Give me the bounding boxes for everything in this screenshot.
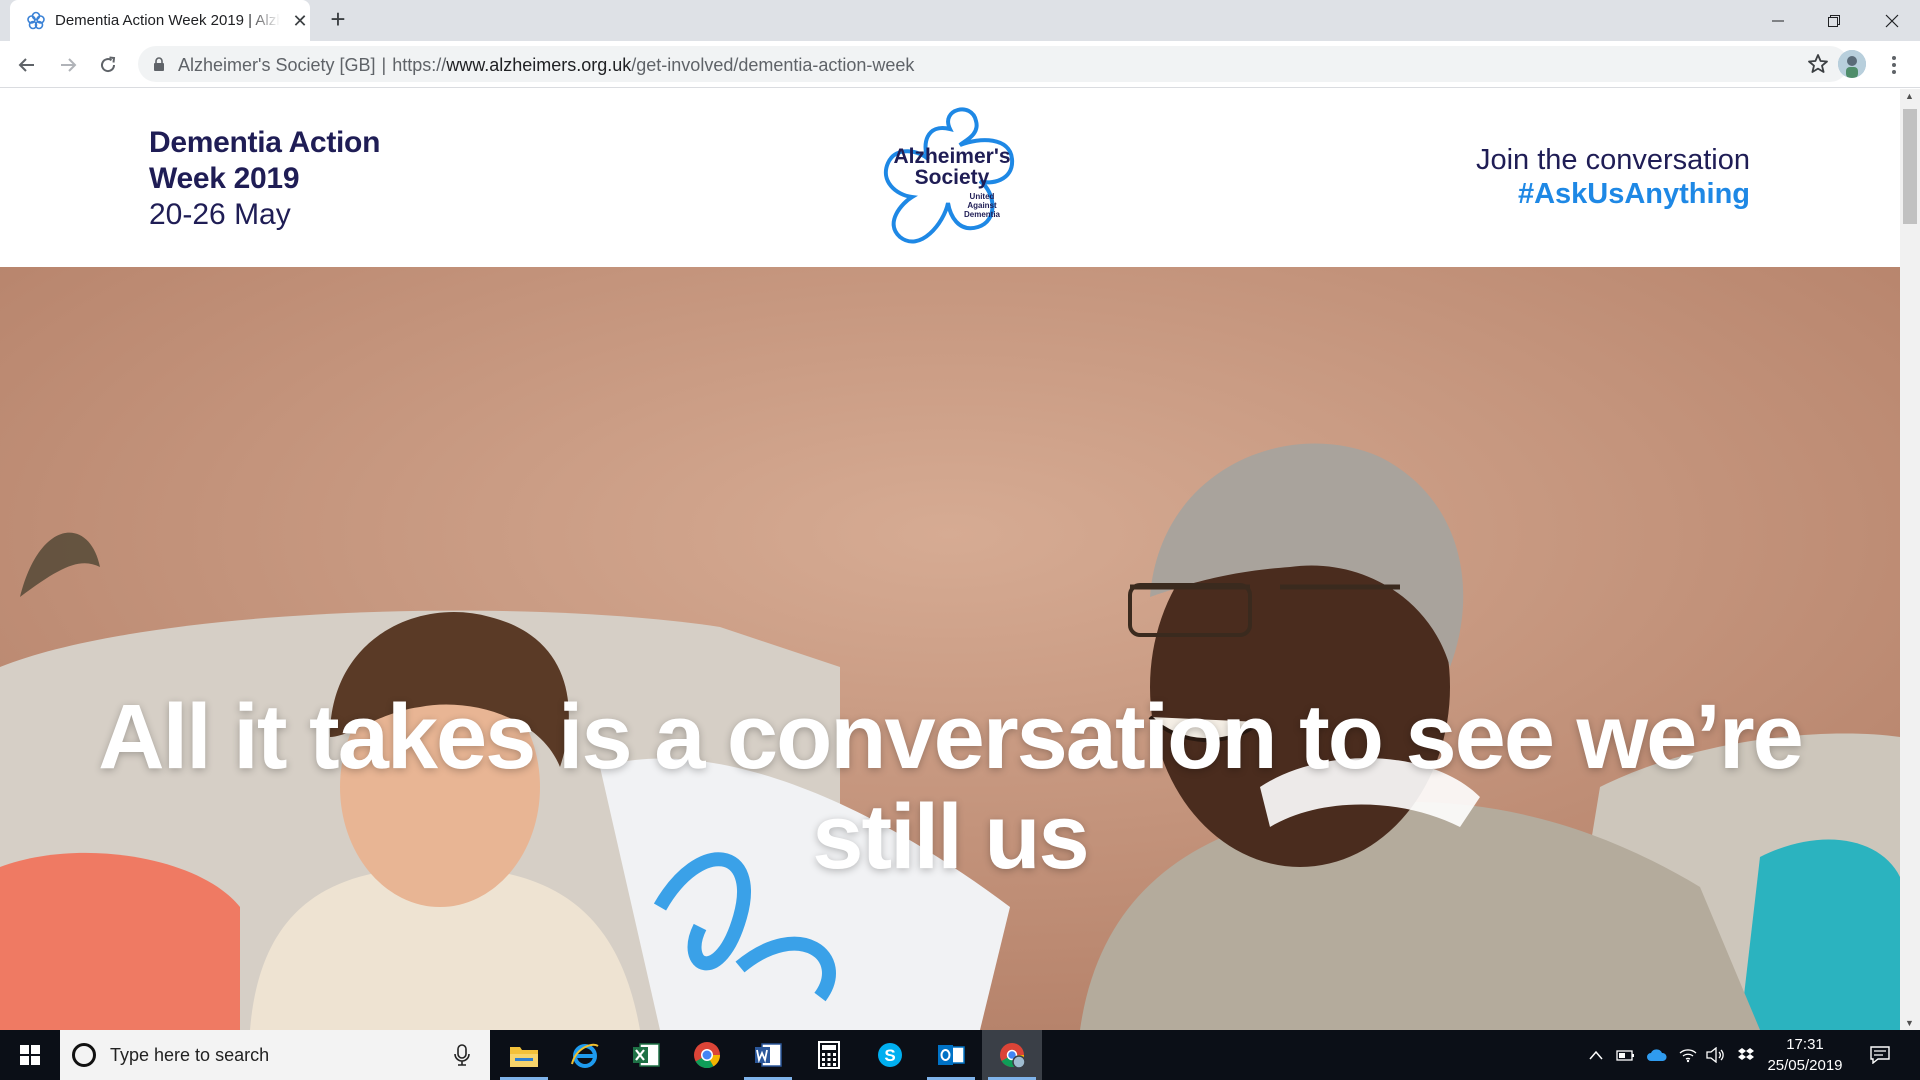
address-bar[interactable]: Alzheimer's Society [GB] | https://www.alz…: [138, 46, 1848, 82]
taskbar-search-box[interactable]: Type here to search: [60, 1030, 490, 1080]
tab-close-icon[interactable]: ✕: [290, 11, 310, 31]
url-separator: |: [381, 55, 387, 75]
reload-icon: [101, 56, 116, 73]
arrow-right-icon: [61, 58, 77, 72]
onedrive-icon[interactable]: [1642, 1030, 1672, 1080]
window-close-button[interactable]: [1864, 0, 1920, 41]
url-text[interactable]: Alzheimer's Society [GB] | https://www.alz…: [178, 55, 914, 76]
page-scrollbar[interactable]: ▲ ▼: [1900, 89, 1920, 1030]
url-host: www.alzheimers.org.uk: [446, 55, 632, 75]
battery-icon[interactable]: [1612, 1030, 1640, 1080]
chrome-icon[interactable]: [677, 1030, 737, 1080]
chevron-up-icon: [1589, 1050, 1603, 1060]
browser-toolbar: Alzheimer's Society [GB] | https://www.alz…: [0, 41, 1920, 88]
windows-taskbar: Type here to search S 17:31 25/05/2019: [0, 1030, 1920, 1080]
logo-tagline-2: Against: [967, 201, 997, 210]
outlook-icon[interactable]: [921, 1030, 981, 1080]
word-icon[interactable]: [738, 1030, 798, 1080]
logo-tagline-3: Dementia: [964, 210, 1001, 219]
arrow-left-icon: [18, 58, 34, 72]
tab-strip: Dementia Action Week 2019 | Alzheimer's …: [0, 0, 1920, 41]
campaign-name: Dementia Action Week 2019: [149, 126, 381, 195]
close-icon: [1885, 14, 1899, 27]
window-restore-button[interactable]: [1806, 0, 1862, 41]
forward-button[interactable]: [54, 51, 82, 79]
calculator-icon[interactable]: [799, 1030, 859, 1080]
url-path: /get-involved/dementia-action-week: [631, 55, 915, 75]
join-conversation-text: Join the conversation: [1475, 144, 1750, 176]
alzheimers-favicon-icon: [27, 11, 45, 30]
action-center-button[interactable]: [1860, 1030, 1900, 1080]
internet-explorer-icon[interactable]: [555, 1030, 615, 1080]
logo-name-line2: Society: [915, 166, 990, 189]
excel-icon[interactable]: [616, 1030, 676, 1080]
start-button[interactable]: [0, 1030, 60, 1080]
svg-text:S: S: [884, 1046, 895, 1065]
site-identity: Alzheimer's Society [GB]: [178, 55, 376, 75]
window-minimize-button[interactable]: [1750, 0, 1806, 41]
restore-icon: [1828, 14, 1840, 27]
wifi-icon[interactable]: [1674, 1030, 1702, 1080]
taskbar-search-placeholder: Type here to search: [110, 1045, 270, 1065]
site-header: Dementia Action Week 2019 20-26 May Alzh…: [0, 89, 1900, 267]
reload-button[interactable]: [94, 51, 122, 79]
scrollbar-thumb[interactable]: [1903, 109, 1917, 224]
browser-tab-active[interactable]: Dementia Action Week 2019 | Alzheimer's …: [10, 0, 310, 41]
minimize-icon: [1772, 20, 1784, 21]
dropbox-icon[interactable]: [1732, 1030, 1760, 1080]
windows-logo-icon: [20, 1045, 40, 1065]
hero-photo-illustration: [0, 267, 1900, 1030]
web-page: Dementia Action Week 2019 20-26 May Alzh…: [0, 89, 1900, 1030]
scroll-up-icon[interactable]: ▲: [1905, 91, 1914, 101]
avatar-icon: [1838, 50, 1866, 78]
hero-headline: All it takes is a conversation to see we…: [98, 686, 1804, 888]
browser-menu-button[interactable]: [1882, 53, 1906, 77]
volume-icon[interactable]: [1702, 1030, 1730, 1080]
hashtag-link[interactable]: #AskUsAnything: [1476, 177, 1750, 211]
lock-icon: [154, 57, 164, 71]
system-clock[interactable]: 17:31 25/05/2019: [1760, 1034, 1850, 1076]
notification-icon: [1870, 1046, 1890, 1064]
show-hidden-icons-button[interactable]: [1582, 1030, 1610, 1080]
alzheimers-society-logo[interactable]: Alzheimer's Society United Against Demen…: [880, 107, 1020, 249]
cortana-icon: [72, 1043, 96, 1067]
clock-date: 25/05/2019: [1767, 1057, 1843, 1074]
tab-title: Dementia Action Week 2019 | Alzheimer's …: [55, 12, 280, 29]
join-conversation-block: Join the conversation #AskUsAnything: [1476, 143, 1750, 211]
logo-tagline-1: United: [970, 192, 995, 201]
campaign-dates: 20-26 May: [149, 198, 291, 231]
logo-name-line1: Alzheimer's: [893, 145, 1010, 168]
microphone-icon[interactable]: [454, 1044, 470, 1066]
hero-banner: All it takes is a conversation to see we…: [0, 267, 1900, 1030]
campaign-block[interactable]: Dementia Action Week 2019 20-26 May: [149, 125, 389, 233]
scroll-down-icon[interactable]: ▼: [1905, 1018, 1914, 1028]
skype-icon[interactable]: S: [860, 1030, 920, 1080]
clock-time: 17:31: [1786, 1036, 1824, 1053]
bookmark-star-icon[interactable]: [1806, 52, 1830, 76]
back-button[interactable]: [13, 51, 41, 79]
profile-avatar[interactable]: [1838, 50, 1866, 78]
chrome-profile-icon[interactable]: [982, 1030, 1042, 1080]
file-explorer-icon[interactable]: [494, 1030, 554, 1080]
new-tab-button[interactable]: +: [326, 6, 350, 32]
url-scheme: https://: [392, 55, 447, 75]
